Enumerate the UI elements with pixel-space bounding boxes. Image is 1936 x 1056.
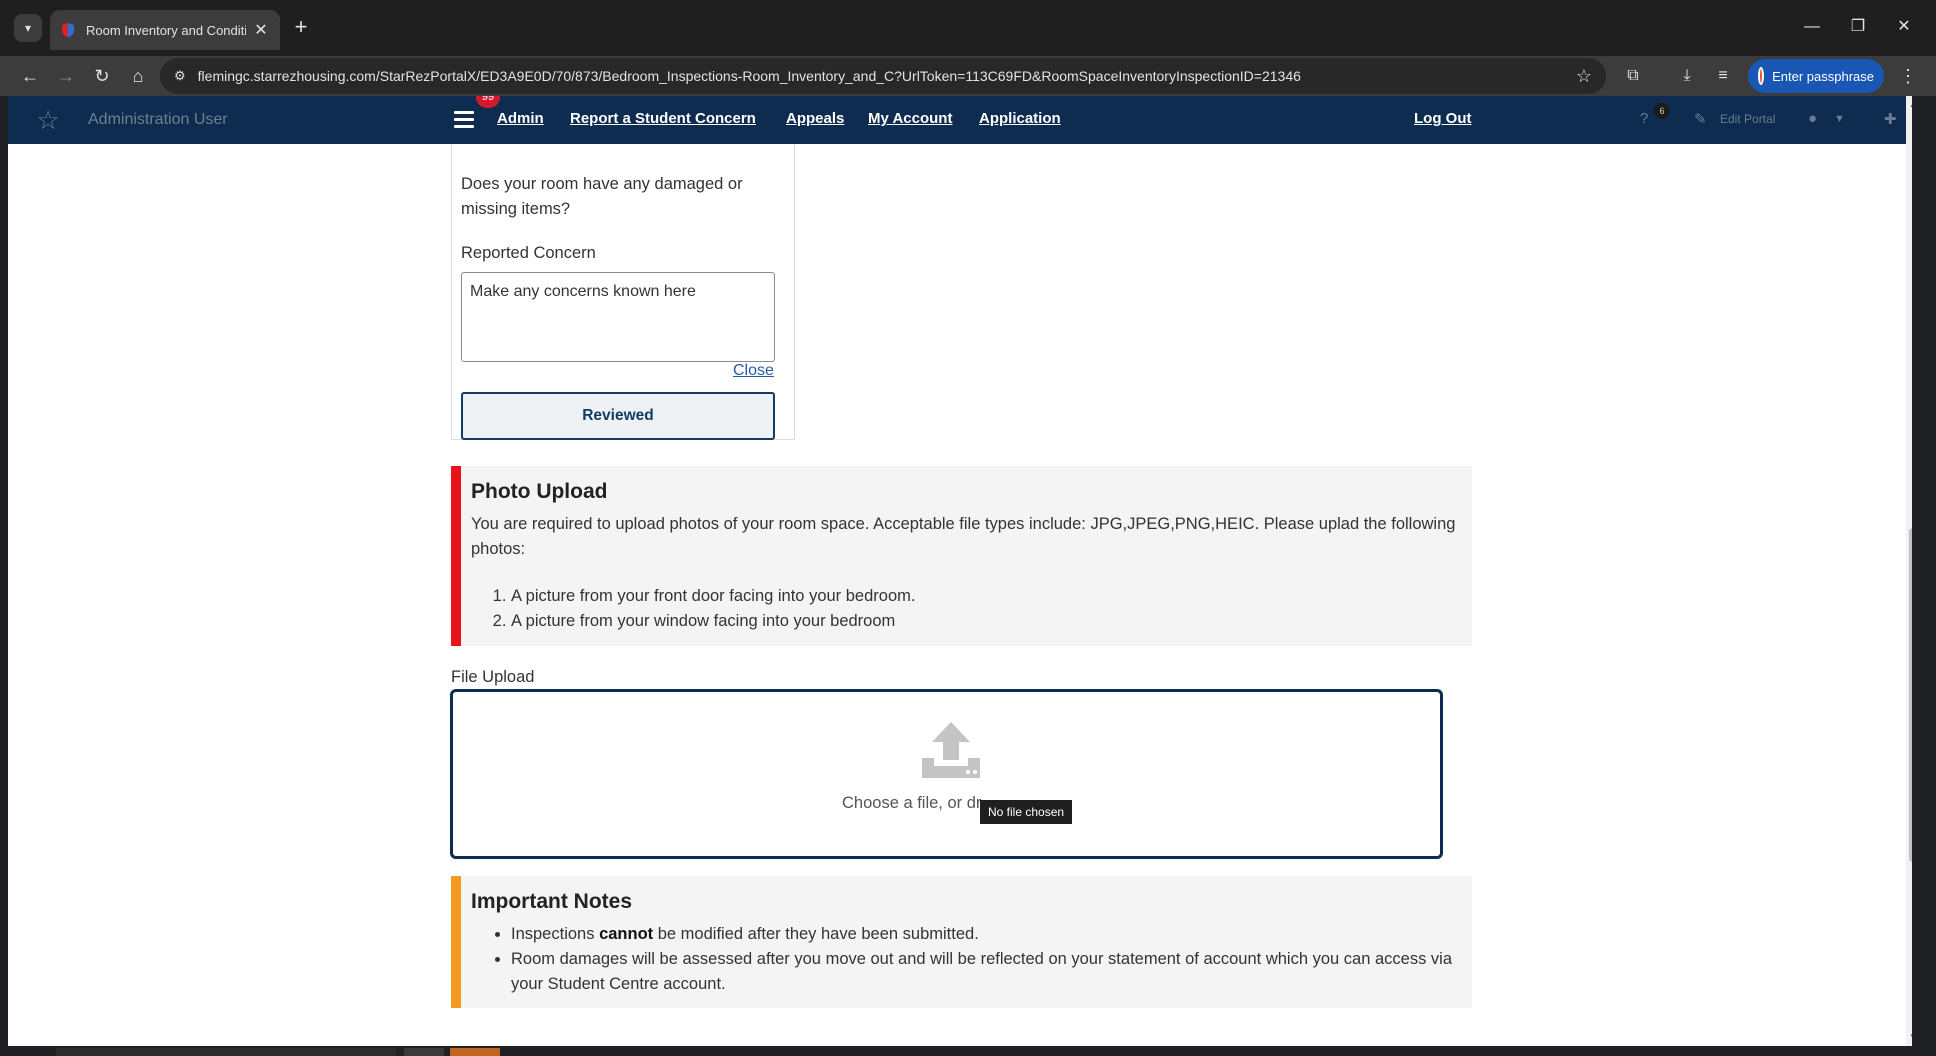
address-bar[interactable]: ⚙ flemingc.starrezhousing.com/StarRezPor… (160, 58, 1606, 94)
photo-upload-callout: Photo Upload You are required to upload … (451, 466, 1472, 646)
bookmark-star-icon[interactable]: ☆ (1576, 66, 1592, 87)
taskbar-segment (56, 1048, 396, 1056)
close-link[interactable]: Close (733, 362, 774, 380)
pin-icon[interactable]: ✚ (1884, 110, 1897, 128)
list-item: A picture from your window facing into y… (511, 609, 1461, 634)
list-item: Room damages will be assessed after you … (511, 947, 1461, 997)
browser-tab-active[interactable]: Room Inventory and Condition ✕ (50, 10, 280, 50)
important-notes-list: Inspections cannot be modified after the… (511, 922, 1461, 997)
close-window-icon[interactable]: ✕ (1884, 12, 1924, 42)
site-info-icon[interactable]: ⚙ (174, 68, 186, 84)
callout-accent-bar (451, 466, 461, 646)
photo-upload-title: Photo Upload (471, 480, 608, 503)
chevron-down-icon[interactable]: ▼ (1834, 113, 1845, 125)
nav-link-my-account[interactable]: My Account (868, 110, 952, 127)
minimize-window-icon[interactable]: — (1792, 12, 1832, 42)
profile-button[interactable]: Enter passphrase (1748, 59, 1884, 93)
help-question-icon[interactable]: ? (1640, 110, 1648, 127)
notification-badge: 99 (476, 96, 500, 108)
scrollbar-thumb[interactable] (1909, 528, 1912, 862)
reported-concern-textarea[interactable]: Make any concerns known here (461, 272, 775, 362)
photo-requirements-list: A picture from your front door facing in… (511, 584, 1461, 634)
logout-link[interactable]: Log Out (1414, 110, 1471, 127)
nav-link-report-concern[interactable]: Report a Student Concern (570, 110, 756, 127)
tab-title: Room Inventory and Condition (86, 22, 246, 38)
reading-list-icon[interactable]: ≡ (1710, 64, 1736, 88)
file-upload-label: File Upload (451, 668, 535, 686)
portal-logo-star-icon[interactable]: ☆ (34, 106, 62, 134)
profile-label: Enter passphrase (1772, 68, 1874, 84)
upload-icon (922, 722, 980, 778)
help-count-badge: 6 (1654, 103, 1670, 119)
reviewed-button[interactable]: Reviewed (461, 392, 775, 440)
portal-header: ☆ Administration User 99 Admin Report a … (8, 96, 1912, 144)
nav-link-admin[interactable]: Admin (497, 110, 544, 127)
taskbar-segment (450, 1048, 500, 1056)
downloads-icon[interactable]: ⤓ (1674, 64, 1700, 88)
os-taskbar (0, 1046, 1936, 1056)
page-viewport: ☆ Administration User 99 Admin Report a … (8, 96, 1912, 1046)
edit-portal-label[interactable]: Edit Portal (1720, 112, 1775, 126)
back-icon[interactable]: ← (16, 62, 44, 90)
list-item: A picture from your front door facing in… (511, 584, 1461, 609)
reported-concern-label: Reported Concern (461, 244, 596, 262)
forward-icon[interactable]: → (52, 62, 80, 90)
scroll-up-arrow-icon[interactable]: ▲ (1908, 100, 1912, 109)
tab-search-icon[interactable]: ▾ (14, 14, 42, 42)
pencil-edit-icon[interactable]: ✎ (1694, 110, 1707, 128)
cannot-emphasis: cannot (599, 925, 654, 943)
user-silhouette-icon[interactable]: ● (1808, 110, 1817, 127)
site-favicon-icon (62, 23, 74, 38)
damage-question: Does your room have any damaged or missi… (461, 175, 743, 218)
tab-close-icon[interactable]: ✕ (252, 20, 270, 40)
new-tab-icon[interactable]: + (288, 15, 314, 41)
browser-tab-strip: ▾ Room Inventory and Condition ✕ + — ❐ ✕ (0, 0, 1936, 56)
home-icon[interactable]: ⌂ (124, 62, 152, 90)
scroll-down-arrow-icon[interactable]: ▼ (1908, 1032, 1912, 1041)
menu-kebab-icon[interactable]: ⋮ (1896, 64, 1920, 88)
important-notes-callout: Important Notes Inspections cannot be mo… (451, 876, 1472, 1008)
reload-icon[interactable]: ↻ (88, 62, 116, 90)
extensions-icon[interactable]: ⧉ (1620, 64, 1646, 88)
browser-toolbar: ← → ↻ ⌂ ⚙ flemingc.starrezhousing.com/St… (0, 56, 1936, 96)
nav-link-application[interactable]: Application (979, 110, 1061, 127)
nav-link-appeals[interactable]: Appeals (786, 110, 844, 127)
profile-avatar (1758, 67, 1765, 85)
callout-accent-bar (451, 876, 461, 1008)
page-scrollbar[interactable]: ▲ ▼ (1906, 96, 1912, 1046)
hamburger-menu-icon[interactable] (452, 108, 476, 132)
dropzone-text[interactable]: Choose a file, or dr (842, 794, 981, 813)
important-notes-title: Important Notes (471, 890, 633, 913)
no-file-tooltip: No file chosen (980, 800, 1073, 824)
photo-upload-description: You are required to upload photos of you… (471, 515, 1456, 558)
list-item: Inspections cannot be modified after the… (511, 922, 1461, 947)
restore-window-icon[interactable]: ❐ (1838, 12, 1878, 42)
taskbar-segment (404, 1048, 444, 1056)
admin-user-name: Administration User (88, 111, 228, 128)
url-text[interactable]: flemingc.starrezhousing.com/StarRezPorta… (198, 68, 1576, 84)
